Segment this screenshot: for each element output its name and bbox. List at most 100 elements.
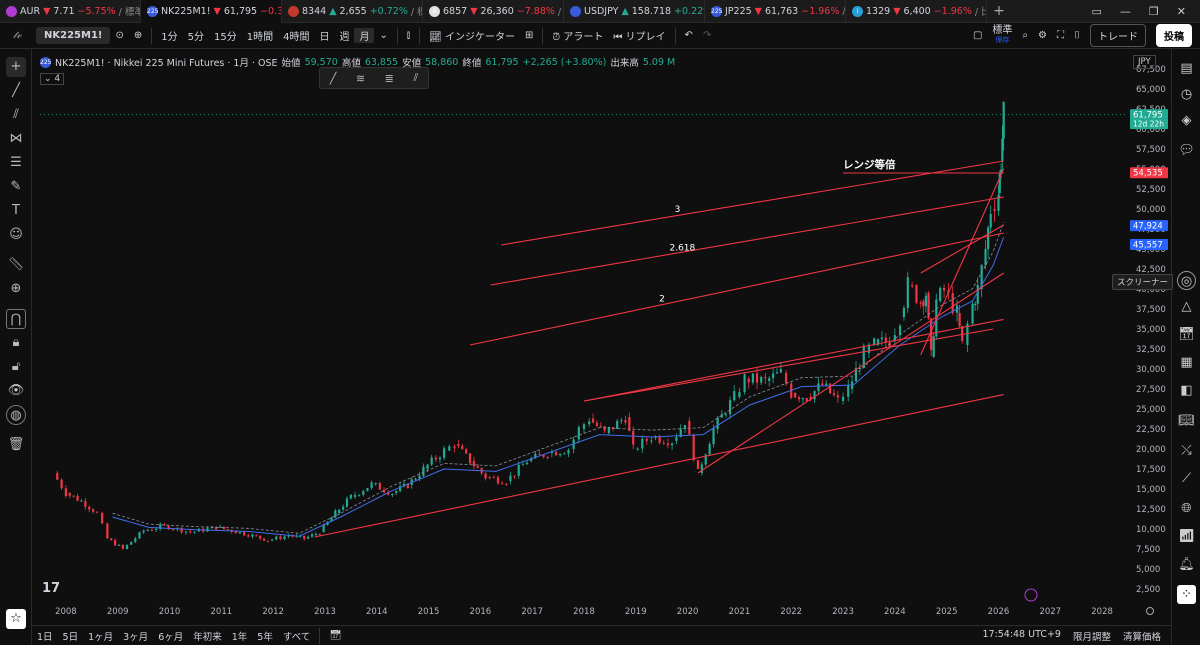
timeframe-6[interactable]: 週 — [334, 28, 354, 43]
range-0[interactable]: 1日 — [32, 629, 58, 643]
fullscreen-icon[interactable]: ⛶ — [1057, 30, 1064, 41]
apps-grid-icon[interactable]: ⁘ — [1177, 585, 1196, 604]
briefcase-icon[interactable]: ◧ — [1177, 381, 1196, 400]
channel-tool-icon[interactable]: ≋ — [356, 72, 365, 85]
tab-change: −1.96% — [933, 5, 972, 17]
trash-icon[interactable]: 🗑︎ — [6, 435, 26, 455]
lock-icon[interactable]: 🔓︎ — [6, 357, 26, 377]
timeframe-7[interactable]: 月 — [354, 28, 375, 43]
magnet-icon[interactable]: ⋂ — [6, 309, 26, 329]
emoji-icon[interactable]: ☺ — [6, 225, 26, 245]
range-3[interactable]: 3ヶ月 — [118, 629, 153, 643]
tab-usdjpy[interactable]: USDJPY ▲ 158.718 +0.22% ✕ — [564, 0, 705, 23]
tab-6857[interactable]: A 6857 ▼ 26,360 −7.88% / 標準 ✕ — [423, 0, 564, 23]
lock-drawings-icon[interactable]: 🔒︎ — [6, 333, 26, 353]
collapse-studies-badge[interactable]: ⌄ 4 — [40, 73, 65, 85]
snapshot-camera-icon[interactable]: ⌷ — [1074, 30, 1080, 41]
candle-body — [341, 506, 345, 510]
watchlist-icon[interactable]: ▤ — [1177, 59, 1196, 78]
tab-jp225[interactable]: 225 JP225 ▼ 61,763 −1.96% / ✕ — [705, 0, 846, 23]
range-7[interactable]: 5年 — [252, 629, 278, 643]
candle-body — [772, 373, 775, 379]
crosshair-icon[interactable]: + — [6, 57, 26, 77]
pine-icon[interactable]: ⟋ — [1177, 469, 1196, 488]
maximize-icon[interactable]: ❐ — [1149, 5, 1159, 18]
calendar-icon[interactable]: 📅︎ — [1177, 325, 1196, 344]
layers-icon[interactable]: ◈ — [1177, 111, 1196, 130]
alerts-clock-icon[interactable]: ◷ — [1177, 85, 1196, 104]
tab-8344[interactable]: 8344 ▲ 2,655 +0.72% / 標準 ✕ — [282, 0, 423, 23]
timeframe-3[interactable]: 1時間 — [242, 28, 278, 43]
chat-icon[interactable]: 💬︎ — [1177, 141, 1196, 160]
trend-line-icon[interactable]: ╱ — [6, 81, 26, 101]
range-1[interactable]: 5日 — [58, 629, 84, 643]
tab-aur[interactable]: AUR ▼ 7.71 −5.75% / 標準 ✕ — [0, 0, 141, 23]
parallel-channel-icon[interactable]: ⫽ — [413, 71, 418, 85]
favorites-star-icon[interactable]: ☆ — [6, 609, 26, 629]
timeframe-4[interactable]: 4時間 — [278, 28, 314, 43]
close-icon[interactable]: ✕ — [1177, 5, 1186, 18]
settlement-price-button[interactable]: 清算価格 — [1123, 629, 1161, 643]
ruler-icon[interactable]: 📏︎ — [6, 255, 26, 275]
layout-window-icon[interactable]: ▭ — [1092, 5, 1102, 18]
price-chart[interactable]: 2,500 5,000 7,500 10,000 12,500 15,000 17,500 2… — [32, 49, 1171, 625]
clock-time[interactable]: 17:54:48 UTC+9 — [982, 629, 1061, 643]
redo-icon[interactable]: ↷ — [698, 30, 716, 41]
alert-button[interactable]: ⏰︎ アラート — [547, 28, 608, 43]
currency-badge[interactable]: JPY — [1133, 55, 1156, 69]
settings-gear-icon[interactable]: ⚙ — [1038, 30, 1047, 41]
news-icon[interactable]: ▦ — [1177, 353, 1196, 372]
signal-icon[interactable]: 📶︎ — [1177, 527, 1196, 546]
range-6[interactable]: 1年 — [227, 629, 253, 643]
contract-adjust-button[interactable]: 限月調整 — [1073, 629, 1111, 643]
timeframe-1[interactable]: 5分 — [183, 28, 209, 43]
fib-channel-icon[interactable]: ≣ — [385, 72, 394, 85]
line-tool-icon[interactable]: ╱ — [330, 72, 337, 85]
symbol-options-icon[interactable]: ⊙ — [110, 30, 128, 41]
x-tick-label: 2026 — [988, 607, 1010, 617]
publish-button[interactable]: 投稿 — [1156, 24, 1192, 47]
layout-button[interactable]: 標準 保存 — [992, 26, 1012, 45]
compare-add-icon[interactable]: ⊕ — [129, 30, 147, 41]
screener-icon[interactable]: ◎ — [1177, 271, 1196, 290]
undo-icon[interactable]: ↶ — [680, 30, 698, 41]
quick-search-icon[interactable]: ⌕ — [1022, 30, 1028, 41]
indicators-button[interactable]: 📈︎ インジケーター — [424, 28, 520, 43]
layout-square-icon[interactable]: ▢ — [973, 30, 982, 41]
templates-icon[interactable]: ⊞ — [520, 30, 538, 41]
timeframe-dropdown-icon[interactable]: ⌄ — [374, 30, 392, 41]
range-8[interactable]: すべて — [278, 629, 315, 643]
timeframe-2[interactable]: 15分 — [209, 28, 242, 43]
text-tool-icon[interactable]: T — [6, 201, 26, 221]
zoom-in-icon[interactable]: ⊕ — [6, 279, 26, 299]
range-4[interactable]: 6ヶ月 — [153, 629, 188, 643]
new-tab-button[interactable]: + — [987, 3, 1011, 19]
tab-1329[interactable]: i 1329 ▼ 6,400 −1.96% / 比較 ✕ — [846, 0, 987, 23]
legend-open-label: 始値 — [281, 58, 301, 69]
notification-bell-icon[interactable]: 🔔︎ — [1177, 555, 1196, 574]
symbol-search-button[interactable]: NK225M1! — [36, 27, 111, 44]
fib-tools-icon[interactable]: ☰ — [6, 153, 26, 173]
chart-type-icon[interactable]: ⫾ — [402, 30, 415, 41]
pitchfork-icon[interactable]: ⫽ — [6, 105, 26, 125]
timeframe-5[interactable]: 日 — [314, 28, 334, 43]
strategy-icon[interactable]: ⤯ — [1177, 441, 1196, 460]
legend-low-value: 58,860 — [425, 56, 459, 68]
trade-button[interactable]: トレード — [1090, 24, 1146, 47]
replay-button[interactable]: ⏮︎ リプレイ — [608, 28, 670, 43]
triangle-icon[interactable]: △ — [1177, 297, 1196, 316]
candle-body — [797, 397, 801, 400]
range-2[interactable]: 1ヶ月 — [83, 629, 118, 643]
community-globe-icon[interactable]: 🌐︎ — [1177, 499, 1196, 518]
tab-nk225m1[interactable]: 225 NK225M1! ▼ 61,795 −0.39% ✕ — [141, 0, 282, 23]
globe-icon[interactable]: ◍ — [6, 405, 26, 425]
visibility-eye-icon[interactable]: 👁︎ — [6, 381, 26, 401]
date-range-calendar-icon[interactable]: 📅︎ — [324, 630, 346, 641]
brush-icon[interactable]: ✎ — [6, 177, 26, 197]
pattern-icon[interactable]: ⋈ — [6, 129, 26, 149]
range-5[interactable]: 年初来 — [188, 629, 227, 643]
book-icon[interactable]: 📖︎ — [1177, 411, 1196, 430]
fib-level-label: 2 — [659, 294, 665, 304]
timeframe-0[interactable]: 1分 — [156, 28, 182, 43]
minimize-icon[interactable]: — — [1120, 5, 1131, 18]
